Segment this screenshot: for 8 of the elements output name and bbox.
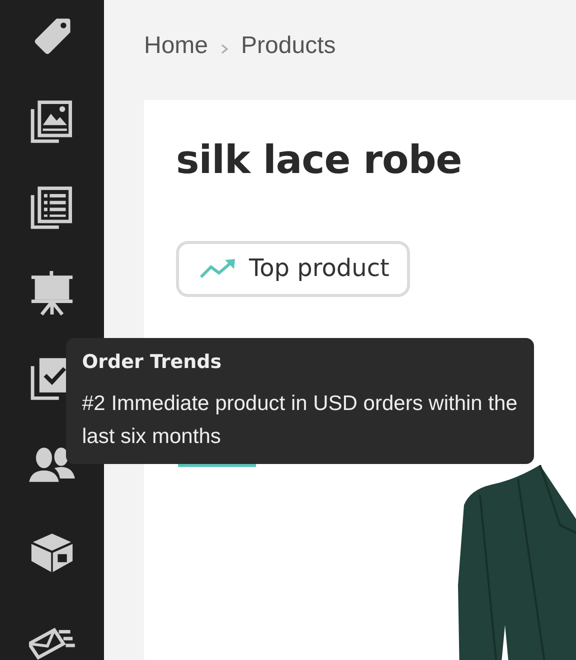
document-list-icon[interactable] [29, 186, 75, 232]
easel-icon[interactable] [29, 271, 75, 317]
tooltip-title: Order Trends [82, 350, 223, 375]
breadcrumb-link[interactable]: Home [144, 28, 208, 64]
top-product-badge[interactable]: Top product [176, 240, 410, 297]
image-stack-icon[interactable] [29, 100, 75, 146]
tooltip-text: #2 Immediate product in USD orders within the last six months [82, 390, 518, 450]
product-title: silk lace robe [176, 138, 463, 185]
